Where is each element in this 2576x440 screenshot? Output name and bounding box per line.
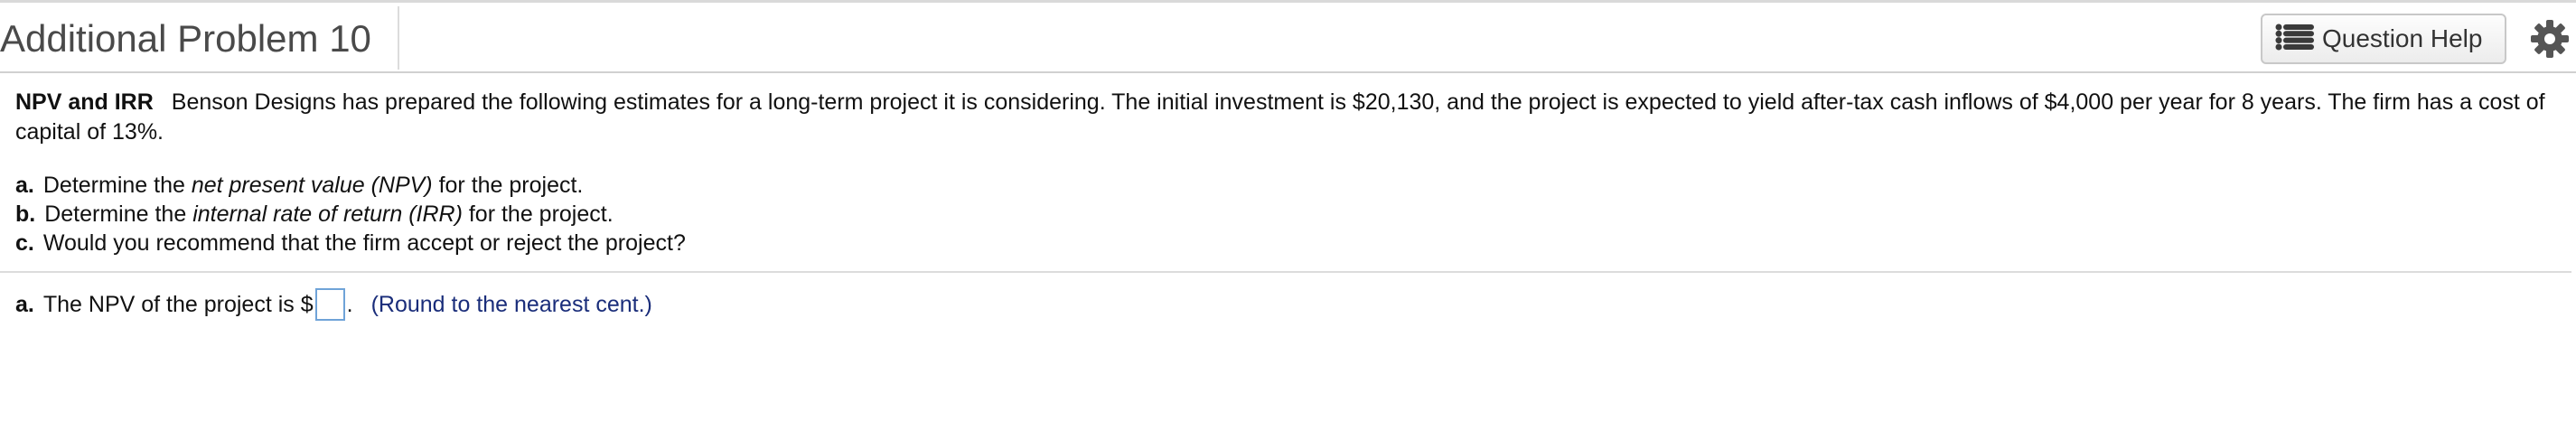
problem-text: Benson Designs has prepared the followin… <box>15 89 2545 145</box>
header-bar: Additional Problem 10 Question Help <box>0 3 2576 73</box>
question-list: a. Determine the net present value (NPV) … <box>15 171 686 257</box>
gear-icon[interactable] <box>2530 19 2570 59</box>
question-emphasis: net present value (NPV) <box>191 173 433 198</box>
title-divider <box>398 6 399 70</box>
problem-statement: NPV and IRR Benson Designs has prepared t… <box>15 88 2545 147</box>
question-item-a: a. Determine the net present value (NPV) … <box>15 171 686 200</box>
answer-prompt: The NPV of the project is $ <box>42 292 314 317</box>
question-help-label: Question Help <box>2322 24 2483 52</box>
answer-period: . <box>346 292 353 317</box>
rounding-hint: (Round to the nearest cent.) <box>370 292 652 317</box>
question-emphasis: internal rate of return (IRR) <box>192 201 463 227</box>
problem-tag: NPV and IRR <box>15 89 154 115</box>
question-letter: a. <box>15 173 34 198</box>
npv-answer-input[interactable] <box>314 288 345 321</box>
question-letter: b. <box>15 201 36 227</box>
question-item-b: b. Determine the internal rate of return … <box>15 200 686 229</box>
question-text: Determine the <box>42 173 192 198</box>
question-text-end: for the project. <box>462 201 614 227</box>
answer-letter: a. <box>15 292 34 317</box>
question-text-end: for the project. <box>432 173 584 198</box>
question-help-button[interactable]: Question Help <box>2261 14 2506 64</box>
answer-divider <box>0 271 2571 273</box>
list-icon <box>2275 23 2315 55</box>
page-title: Additional Problem 10 <box>0 17 371 60</box>
question-text: Would you recommend that the firm accept… <box>42 230 686 256</box>
answer-row: a. The NPV of the project is $ . (Round … <box>15 288 652 321</box>
question-letter: c. <box>15 230 34 256</box>
question-text: Determine the <box>44 201 193 227</box>
question-item-c: c. Would you recommend that the firm acce… <box>15 229 686 257</box>
